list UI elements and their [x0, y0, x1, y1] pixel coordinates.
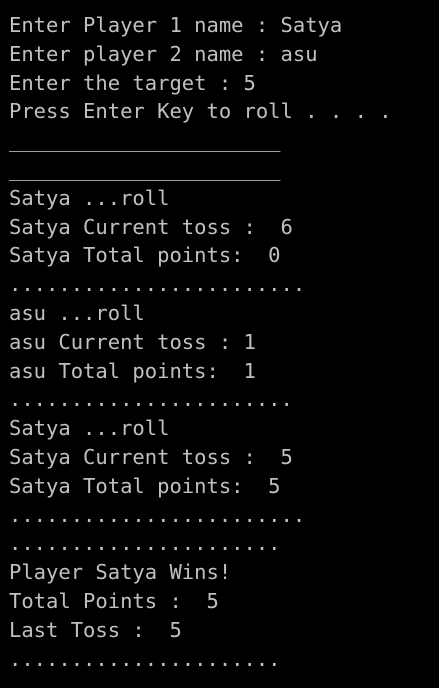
- total-points-line: Satya Total points: 5: [9, 473, 281, 498]
- current-toss-line: Satya Current toss : 5: [9, 444, 293, 469]
- last-toss-line: Last Toss : 5: [9, 617, 182, 642]
- prompt-target: Enter the target : 5: [9, 70, 256, 95]
- separator-line: ______________________: [9, 156, 281, 181]
- total-points-line: asu Total points: 1: [9, 358, 256, 383]
- current-toss-line: Satya Current toss : 6: [9, 214, 293, 239]
- winner-message: Player Satya Wins!: [9, 560, 232, 585]
- console-window[interactable]: Enter Player 1 name : Satya Enter player…: [0, 0, 439, 688]
- dotted-separator: ........................: [9, 272, 306, 297]
- dotted-separator: ......................: [9, 646, 281, 671]
- dotted-separator: ......................: [9, 531, 281, 556]
- total-points-line: Satya Total points: 0: [9, 243, 281, 268]
- prompt-press-enter: Press Enter Key to roll . . . .: [9, 99, 392, 124]
- prompt-player2-name: Enter player 2 name : asu: [9, 41, 318, 66]
- dotted-separator: ........................: [9, 502, 306, 527]
- roll-message: Satya ...roll: [9, 416, 170, 441]
- prompt-player1-name: Enter Player 1 name : Satya: [9, 13, 343, 37]
- roll-message: asu ...roll: [9, 300, 145, 325]
- roll-message: Satya ...roll: [9, 185, 170, 210]
- dotted-separator: .......................: [9, 387, 293, 412]
- final-total-points: Total Points : 5: [9, 588, 219, 613]
- separator-line: ______________________: [9, 128, 281, 153]
- console-output: Enter Player 1 name : Satya Enter player…: [9, 11, 392, 673]
- current-toss-line: asu Current toss : 1: [9, 329, 256, 354]
